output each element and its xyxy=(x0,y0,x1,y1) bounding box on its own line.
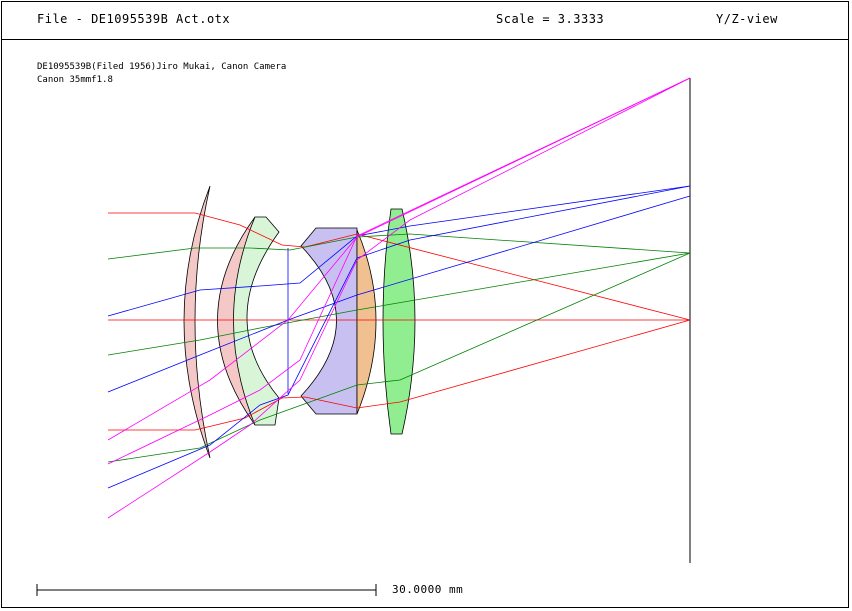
lens-element-4 xyxy=(300,227,358,415)
lens-element-6 xyxy=(382,208,416,435)
lens-elements xyxy=(183,185,416,459)
scale-bar-label: 30.0000 mm xyxy=(392,583,464,596)
lens-layout-diagram xyxy=(36,77,691,596)
scale-bar xyxy=(36,584,377,596)
